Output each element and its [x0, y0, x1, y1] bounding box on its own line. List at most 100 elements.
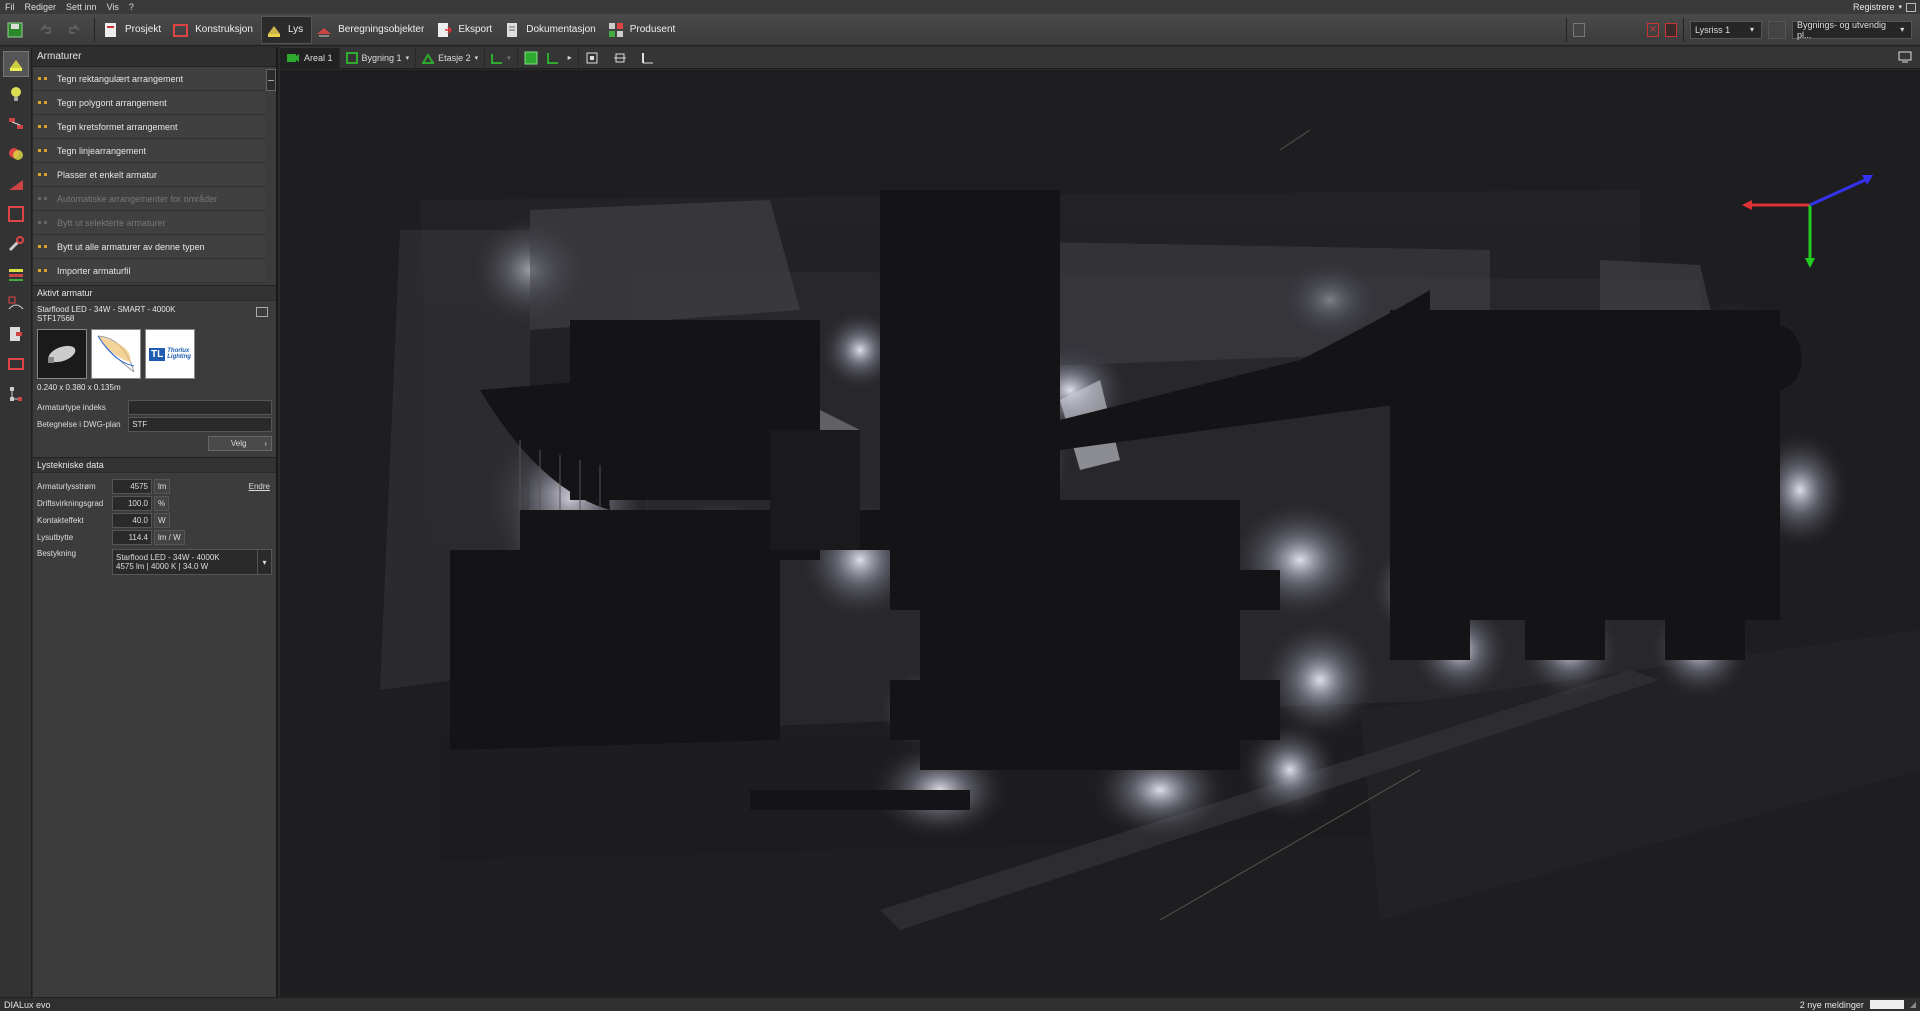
photometric-value[interactable]: 40.0	[112, 513, 152, 528]
tab-label: Prosjekt	[125, 24, 162, 35]
command-item[interactable]: Automatiske arrangementer for områder	[33, 187, 265, 211]
photometric-value[interactable]: 4575	[112, 479, 152, 494]
command-item[interactable]: Bytt ut selekterte armaturer	[33, 211, 265, 235]
floor-label: Etasje 2	[438, 52, 471, 63]
construction-side-icon[interactable]	[3, 201, 29, 227]
tab-label: Beregningsobjekter	[338, 24, 425, 35]
room-selector[interactable]: ▾	[485, 47, 518, 68]
equip-label: Bestykning	[37, 549, 77, 558]
menu-help[interactable]: ?	[124, 2, 139, 12]
light-icon	[267, 25, 280, 37]
tab-lys[interactable]: Lys	[260, 15, 313, 44]
menu-sett-inn[interactable]: Sett inn	[61, 2, 102, 12]
type-index-field[interactable]	[128, 400, 272, 415]
command-label: Bytt ut alle armaturer av denne typen	[57, 241, 205, 252]
choose-button[interactable]: Velg ›	[208, 436, 272, 451]
command-item[interactable]: Importer armaturfil	[33, 259, 265, 283]
3d-viewport[interactable]	[280, 70, 1920, 997]
command-label: Importer armaturfil	[57, 265, 131, 276]
tab-produsent[interactable]: Produsent	[604, 16, 684, 44]
change-link[interactable]: Endre	[249, 482, 272, 491]
bulb-icon[interactable]	[3, 81, 29, 107]
luminaire-dimensions: 0.240 x 0.380 x 0.135m	[37, 383, 121, 392]
tab-eksport[interactable]: Eksport	[432, 16, 500, 44]
photometric-row: Driftsvirkningsgrad 100.0%	[37, 496, 272, 511]
arrangement-command-icon	[37, 74, 51, 84]
undo-icon[interactable]	[34, 19, 56, 41]
scene-name-disabled	[1591, 23, 1641, 37]
panel-scrollbar[interactable]	[266, 69, 276, 91]
view-select[interactable]: Bygnings- og utvendig pl... ▾	[1792, 20, 1912, 40]
measure-tool-icon[interactable]	[641, 51, 655, 65]
floor-icon	[422, 52, 435, 64]
redo-icon[interactable]	[64, 19, 86, 41]
command-item[interactable]: Tegn kretsformet arrangement	[33, 115, 265, 139]
window-icon[interactable]	[1906, 2, 1916, 12]
luminaire-tool-icon[interactable]	[3, 51, 29, 77]
play-icon[interactable]: ▸	[568, 53, 572, 62]
arrangement-command-icon	[37, 242, 51, 252]
photometric-row: Lysutbytte 114.4 lm / W	[37, 530, 272, 545]
menu-vis[interactable]: Vis	[102, 2, 124, 12]
view-solid-icon[interactable]	[524, 51, 538, 65]
choose-button-label: Velg	[230, 439, 247, 448]
color-icon[interactable]	[3, 141, 29, 167]
chevron-down-icon: ▾	[507, 54, 511, 62]
zoom-width-icon[interactable]	[613, 51, 627, 65]
hierarchy-icon[interactable]	[3, 381, 29, 407]
chevron-down-icon: ▾	[1749, 25, 1754, 34]
dwg-field[interactable]: STF	[128, 417, 272, 432]
command-list: Tegn rektangulært arrangement Tegn polygo…	[33, 67, 276, 283]
progress-bar	[1869, 1000, 1904, 1009]
command-item[interactable]: Tegn polygont arrangement	[33, 91, 265, 115]
rectangle-icon[interactable]	[3, 351, 29, 377]
wrench-icon[interactable]	[3, 231, 29, 257]
zoom-extents-icon[interactable]	[585, 51, 599, 65]
arrangement-icon[interactable]	[3, 111, 29, 137]
tab-prosjekt[interactable]: Prosjekt	[99, 16, 169, 44]
menu-rediger[interactable]: Rediger	[20, 2, 62, 12]
command-label: Tegn polygont arrangement	[57, 97, 167, 108]
command-item[interactable]: Tegn linjearrangement	[33, 139, 265, 163]
building-selector[interactable]: Bygning 1 ▾	[340, 47, 417, 68]
tab-label: Dokumentasjon	[526, 24, 596, 35]
export-icon	[438, 22, 453, 37]
command-item[interactable]: Tegn rektangulært arrangement	[33, 67, 265, 91]
tab-dokumentasjon[interactable]: Dokumentasjon	[500, 16, 603, 44]
door-icon[interactable]	[3, 321, 29, 347]
area-selector[interactable]: Areal 1	[280, 47, 340, 68]
messages-link[interactable]: 2 nye meldinger	[1800, 1000, 1864, 1010]
photometric-value[interactable]: 114.4	[112, 530, 152, 545]
register-link[interactable]: Registrere	[1853, 2, 1895, 12]
command-item[interactable]: Bytt ut alle armaturer av denne typen	[33, 235, 265, 259]
scene-icon[interactable]	[1573, 22, 1585, 37]
save-icon[interactable]	[4, 19, 26, 41]
command-label: Bytt ut selekterte armaturer	[57, 217, 166, 228]
tab-label: Eksport	[458, 24, 493, 35]
layers-icon[interactable]	[3, 261, 29, 287]
light-distribution-diagram	[91, 329, 141, 379]
screen-icon[interactable]	[1898, 51, 1912, 63]
chevron-right-icon: ›	[264, 439, 267, 448]
equip-select[interactable]: Starflood LED - 34W - 4000K 4575 lm | 40…	[112, 549, 272, 575]
scene-options-icon[interactable]	[1768, 20, 1786, 39]
dwg-label: Betegnelse i DWG-plan	[37, 420, 121, 429]
manufacturer-logo: TL Thorlux Lighting	[145, 329, 195, 379]
delete-red-icon[interactable]: ✕	[1647, 22, 1659, 37]
menu-fil[interactable]: Fil	[0, 2, 20, 12]
tab-konstruksjon[interactable]: Konstruksjon	[169, 16, 261, 44]
view-mode-group: ▸	[518, 47, 579, 68]
tab-beregningsobjekter[interactable]: Beregningsobjekter	[312, 16, 432, 44]
photometric-unit: lm	[154, 479, 171, 494]
photometric-value[interactable]: 100.0	[112, 496, 152, 511]
scene-select[interactable]: Lysriss 1 ▾	[1690, 20, 1762, 39]
resize-grip-icon: ◢	[1909, 1000, 1916, 1009]
chevron-down-icon[interactable]: ▾	[1898, 3, 1902, 11]
curve-icon[interactable]	[3, 291, 29, 317]
measure-icon[interactable]	[3, 171, 29, 197]
floor-selector[interactable]: Etasje 2 ▾	[416, 47, 486, 68]
command-item[interactable]: Plasser et enkelt armatur	[33, 163, 265, 187]
catalog-icon[interactable]	[256, 307, 268, 317]
view-corner-icon[interactable]	[546, 51, 560, 65]
remove-scene-icon[interactable]	[1665, 22, 1677, 37]
